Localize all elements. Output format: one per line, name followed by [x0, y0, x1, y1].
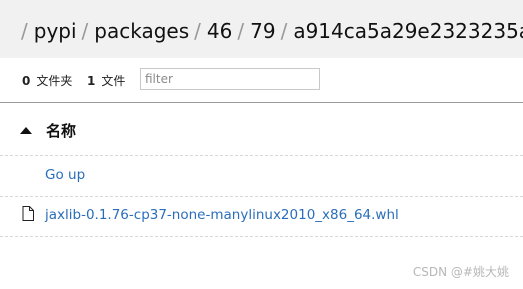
breadcrumb-item-46[interactable]: 46	[207, 19, 232, 43]
file-browser-page: /pypi/packages/46/79/a914ca5a29e2323235a…	[0, 0, 523, 289]
file-count: 1	[87, 74, 96, 88]
filter-input[interactable]	[140, 68, 320, 90]
breadcrumb-separator: /	[81, 19, 89, 43]
watermark: CSDN @#姚大姚	[412, 265, 509, 279]
breadcrumb-item-pypi[interactable]: pypi	[34, 19, 77, 43]
listing-column-header: 名称	[0, 103, 523, 156]
file-count-label: 文件	[101, 74, 126, 88]
breadcrumb-separator: /	[21, 19, 28, 43]
breadcrumb-item-packages[interactable]: packages	[94, 19, 189, 43]
breadcrumb-separator: /	[237, 19, 245, 43]
breadcrumb-bar: /pypi/packages/46/79/a914ca5a29e2323235a…	[0, 0, 523, 58]
list-item-file: jaxlib-0.1.76-cp37-none-manylinux2010_x8…	[0, 196, 523, 237]
breadcrumb: /pypi/packages/46/79/a914ca5a29e2323235a…	[21, 18, 523, 44]
column-name-header[interactable]: 名称	[46, 120, 76, 141]
breadcrumb-item-current[interactable]: a914ca5a29e2323235a37e	[293, 19, 523, 43]
folder-count: 0	[22, 74, 31, 88]
go-up-link[interactable]: Go up	[45, 167, 85, 183]
file-icon	[22, 206, 34, 221]
breadcrumb-item-79[interactable]: 79	[250, 19, 275, 43]
folder-count-label: 文件夹	[36, 74, 73, 88]
file-link[interactable]: jaxlib-0.1.76-cp37-none-manylinux2010_x8…	[45, 207, 399, 223]
breadcrumb-separator: /	[280, 19, 288, 43]
breadcrumb-separator: /	[194, 19, 201, 43]
file-count-stat: 1 文件	[87, 74, 125, 88]
stats-bar: 0 文件夹 1 文件	[0, 58, 523, 102]
sort-ascending-icon[interactable]	[20, 127, 32, 134]
list-item-go-up: Go up	[0, 156, 523, 197]
folder-count-stat: 0 文件夹	[22, 74, 72, 88]
